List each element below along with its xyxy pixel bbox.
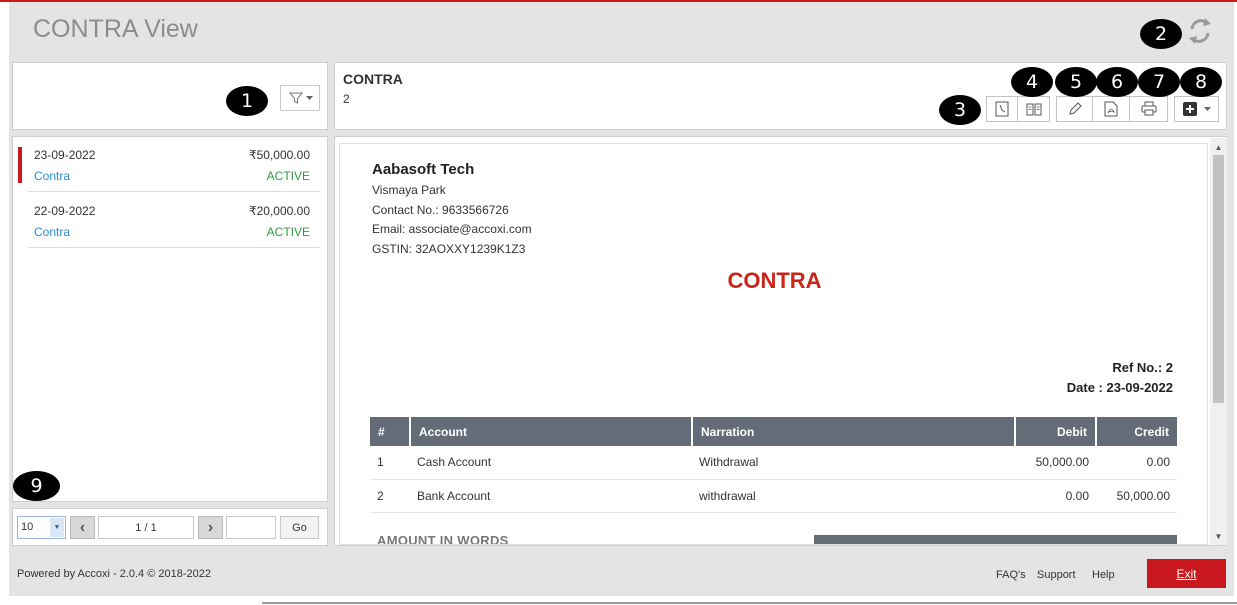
- history-toolbar-group: [986, 96, 1050, 122]
- page-display-value: 1 / 1: [135, 521, 157, 534]
- column-header: Account: [410, 417, 693, 446]
- chevron-down-icon: [1204, 106, 1211, 111]
- table-cell: 1: [370, 446, 410, 480]
- go-button[interactable]: Go: [280, 516, 319, 539]
- ledger-book-icon: [1026, 103, 1041, 116]
- ledger-button[interactable]: [1018, 97, 1049, 121]
- page-size-value: 10: [21, 521, 34, 533]
- pdf-icon: [1104, 101, 1118, 117]
- column-header: Narration: [692, 417, 1016, 446]
- callout-badge: 7: [1138, 67, 1180, 97]
- callout-badge: 5: [1055, 67, 1097, 97]
- table-cell: Withdrawal: [692, 446, 1015, 480]
- list-item[interactable]: 22-09-2022 ₹20,000.00 Contra ACTIVE: [28, 193, 320, 248]
- company-email: Email: associate@accoxi.com: [372, 222, 532, 236]
- page-title: CONTRA View: [33, 15, 198, 43]
- page-display-field[interactable]: 1 / 1: [98, 516, 194, 539]
- voucher-number: 2: [343, 92, 350, 106]
- print-icon: [1141, 101, 1156, 116]
- list-item-amount: ₹20,000.00: [248, 204, 310, 218]
- table-header-row: # Account Narration Debit Credit: [370, 417, 1177, 446]
- document-scrollbar[interactable]: ▲ ▼: [1210, 138, 1227, 545]
- list-item-amount: ₹50,000.00: [248, 148, 310, 162]
- column-header: #: [370, 417, 411, 446]
- history-icon: [995, 101, 1009, 117]
- bottom-divider: [262, 602, 1237, 604]
- company-gstin: GSTIN: 32AOXXY1239K1Z3: [372, 242, 526, 256]
- exit-button[interactable]: Exit: [1147, 559, 1226, 588]
- goto-page-input[interactable]: [226, 516, 276, 539]
- table-cell: 0.00: [1015, 479, 1096, 513]
- pencil-edit-icon: [1068, 102, 1082, 115]
- list-item-date: 23-09-2022: [34, 148, 96, 162]
- table-cell: withdrawal: [692, 479, 1015, 513]
- list-item-date: 22-09-2022: [34, 204, 96, 218]
- add-dropdown-button[interactable]: [1174, 96, 1219, 122]
- scroll-up-arrow-icon[interactable]: ▲: [1210, 140, 1227, 154]
- table-row: 2 Bank Account withdrawal 0.00 50,000.00: [370, 479, 1177, 513]
- add-dropdown-inner: [1175, 97, 1218, 121]
- list-item-status: ACTIVE: [266, 225, 310, 239]
- callout-badge: 1: [226, 86, 268, 116]
- table-cell: 2: [370, 479, 410, 513]
- document-title: CONTRA: [727, 268, 822, 293]
- amount-in-words-label: AMOUNT IN WORDS: [377, 533, 509, 545]
- table-cell: 50,000.00: [1015, 446, 1096, 480]
- callout-badge: 8: [1180, 67, 1222, 97]
- faq-link[interactable]: FAQ's: [996, 569, 1026, 581]
- company-address: Vismaya Park: [372, 183, 446, 197]
- callout-badge: 4: [1011, 67, 1053, 97]
- pdf-button[interactable]: [1093, 97, 1130, 121]
- amount-in-words-bar: [814, 535, 1177, 544]
- print-button[interactable]: [1130, 97, 1167, 121]
- page-size-select[interactable]: 10 ▼: [17, 516, 66, 539]
- list-item[interactable]: 23-09-2022 ₹50,000.00 Contra ACTIVE: [18, 137, 320, 192]
- list-item-type-link[interactable]: Contra: [34, 225, 70, 239]
- scrollbar-thumb[interactable]: [1213, 155, 1224, 403]
- voucher-document: Aabasoft Tech Vismaya Park Contact No.: …: [339, 143, 1208, 545]
- next-page-button[interactable]: ›: [198, 516, 223, 539]
- callout-badge: 9: [13, 471, 60, 501]
- table-cell: Cash Account: [410, 446, 692, 480]
- column-header: Credit: [1096, 417, 1177, 446]
- filter-icon: [288, 92, 303, 104]
- callout-badge: 6: [1096, 67, 1138, 97]
- plus-square-icon: [1183, 102, 1197, 116]
- scroll-down-arrow-icon[interactable]: ▼: [1210, 529, 1227, 543]
- voucher-type-title: CONTRA: [343, 71, 403, 87]
- refresh-icon[interactable]: [1183, 14, 1217, 48]
- callout-badge: 2: [1140, 19, 1182, 49]
- list-item-status: ACTIVE: [266, 169, 310, 183]
- voucher-table: # Account Narration Debit Credit 1 Cash …: [370, 417, 1177, 513]
- column-header: Debit: [1015, 417, 1097, 446]
- support-link[interactable]: Support: [1037, 569, 1076, 581]
- prev-page-button[interactable]: ‹: [70, 516, 95, 539]
- company-contact: Contact No.: 9633566726: [372, 203, 509, 217]
- history-button[interactable]: [987, 97, 1018, 121]
- company-name: Aabasoft Tech: [372, 161, 475, 178]
- callout-badge: 3: [939, 95, 981, 125]
- chevron-down-icon: ▼: [50, 518, 64, 537]
- voucher-date: Date : 23-09-2022: [1066, 380, 1173, 395]
- action-toolbar-group: [1056, 96, 1168, 122]
- table-cell: 0.00: [1096, 446, 1177, 480]
- chevron-down-icon: [305, 95, 313, 100]
- selected-indicator: [18, 147, 22, 183]
- powered-by-text: Powered by Accoxi - 2.0.4 © 2018-2022: [17, 568, 211, 580]
- help-link[interactable]: Help: [1092, 569, 1115, 581]
- table-row: 1 Cash Account Withdrawal 50,000.00 0.00: [370, 446, 1177, 480]
- edit-button[interactable]: [1057, 97, 1093, 121]
- table-cell: 50,000.00: [1096, 479, 1177, 513]
- filter-button[interactable]: [280, 85, 320, 111]
- ref-number: Ref No.: 2: [1112, 360, 1173, 375]
- list-item-type-link[interactable]: Contra: [34, 169, 70, 183]
- table-cell: Bank Account: [410, 479, 692, 513]
